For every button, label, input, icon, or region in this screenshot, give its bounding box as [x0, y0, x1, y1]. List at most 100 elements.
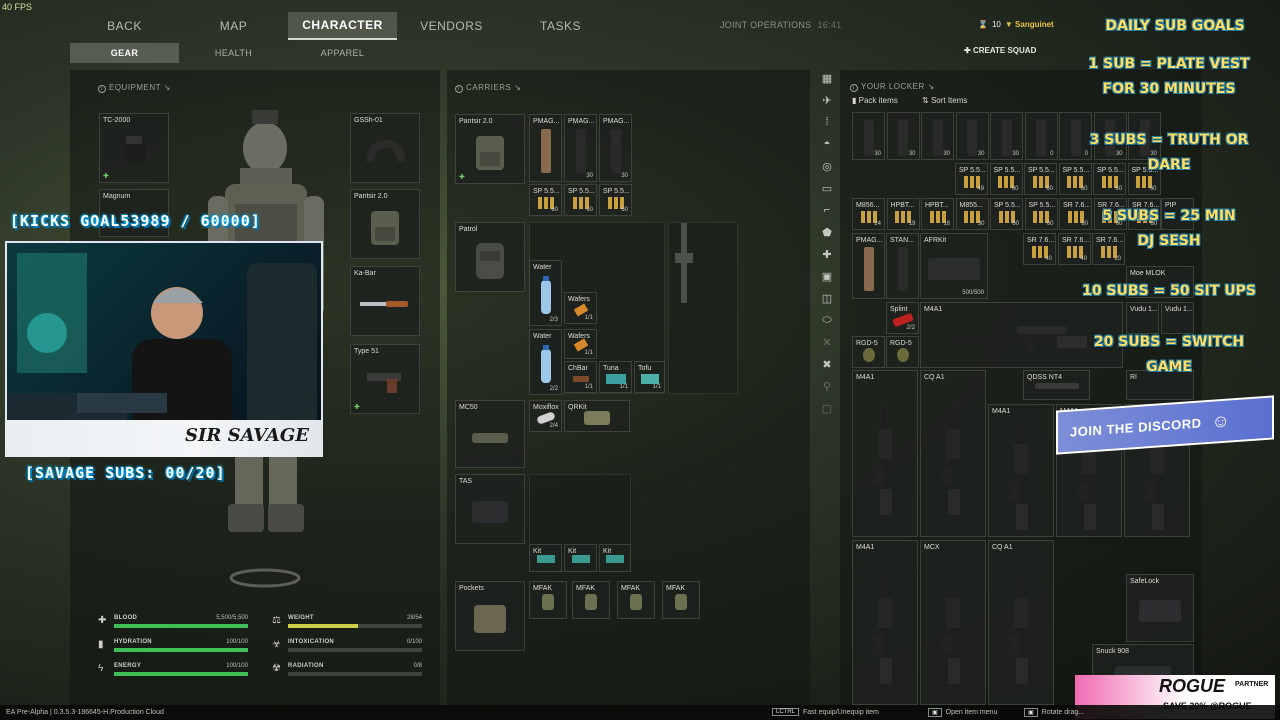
locker-ammo[interactable]: SP 5.5... 49: [955, 163, 988, 195]
locker-magazine[interactable]: 30: [990, 112, 1023, 160]
pocket-item[interactable]: MFAK: [529, 581, 567, 619]
belt-slot[interactable]: MC50: [455, 400, 525, 468]
locker-ammo[interactable]: M855... 30: [955, 198, 989, 230]
wrench-filter-icon[interactable]: ✖: [818, 358, 836, 374]
locker-ammo[interactable]: HPBT... 19: [886, 198, 920, 230]
locker-item[interactable]: RGD-5: [886, 336, 919, 368]
locker-ammo[interactable]: SP 5.5... 60: [1024, 198, 1058, 230]
tab-tasks[interactable]: TASKS: [506, 12, 615, 40]
pistol-slot[interactable]: Type 51 ✚: [350, 344, 420, 414]
locker-ammo[interactable]: M856... 24: [852, 198, 885, 230]
tab-map[interactable]: MAP: [179, 12, 288, 40]
rig-item[interactable]: SP 5.5... 60: [564, 184, 597, 216]
locker-weapon[interactable]: M4A1: [852, 370, 918, 537]
item-label: Tuna: [603, 365, 619, 372]
misc-filter-icon[interactable]: ▢: [818, 402, 836, 418]
locker-weapon[interactable]: M4A1: [852, 540, 918, 705]
vest-slot[interactable]: Pantsir 2.0: [350, 189, 420, 259]
ammo-filter-icon[interactable]: ⁞: [818, 116, 836, 132]
weapon-holster-slot[interactable]: [668, 222, 738, 394]
case-item[interactable]: Kit: [599, 544, 631, 572]
case-slot[interactable]: TAS: [455, 474, 525, 544]
vest-filter-icon[interactable]: ▣: [818, 270, 836, 286]
tools-filter-icon[interactable]: ✕: [818, 336, 836, 352]
pocket-item[interactable]: MFAK: [572, 581, 610, 619]
key-filter-icon[interactable]: ⚲: [818, 380, 836, 396]
locker-item[interactable]: SafeLock: [1126, 574, 1194, 642]
player-badge[interactable]: ⌛ 10 ▼ Sanguinet: [978, 20, 1054, 29]
pocket-item[interactable]: MFAK: [617, 581, 655, 619]
wrench-icon: ✚: [459, 174, 465, 181]
locker-item[interactable]: AFRKit 500/500: [920, 233, 988, 299]
magazine-filter-icon[interactable]: ▭: [818, 182, 836, 198]
first-aid-kit-icon: [629, 592, 643, 612]
backpack-item[interactable]: Wafers 1/1: [564, 329, 597, 359]
helmet-filter-icon[interactable]: ◓: [818, 138, 836, 154]
locker-magazine[interactable]: 30: [921, 112, 954, 160]
helmet-slot[interactable]: GSSh-01: [350, 113, 420, 183]
rig-item[interactable]: SP 5.5... 60: [599, 184, 632, 216]
gun-filter-icon[interactable]: ⌐: [818, 204, 836, 220]
backpack-item[interactable]: ChBar 1/1: [564, 361, 597, 393]
backpack-item[interactable]: Tuna 1/1: [599, 361, 632, 393]
rig-item[interactable]: PMAG... 30: [564, 114, 597, 182]
tab-health[interactable]: HEALTH: [179, 43, 288, 63]
item-count: 2/2: [549, 386, 558, 392]
belt-item[interactable]: Moxiflox 2/4: [529, 400, 562, 432]
locker-item[interactable]: RGD-5: [852, 336, 885, 368]
knife-slot[interactable]: Ka-Bar: [350, 266, 420, 336]
locker-weapon[interactable]: M4A1: [988, 404, 1054, 537]
locker-item[interactable]: SR 7.6... 40: [1023, 233, 1056, 265]
tab-apparel[interactable]: APPAREL: [288, 43, 397, 63]
rig-item[interactable]: PMAG...: [529, 114, 562, 182]
locker-item[interactable]: STAN...: [886, 233, 919, 299]
backpack-item[interactable]: Water 2/3: [529, 260, 562, 326]
locker-weapon[interactable]: CQ A1: [988, 540, 1054, 705]
pockets-slot[interactable]: Pockets: [455, 581, 525, 651]
item-count: 60: [1046, 186, 1053, 192]
headset-slot[interactable]: TC-2000 ✚: [99, 113, 169, 183]
item-count: 60: [1046, 221, 1054, 227]
grid-icon[interactable]: ▦: [818, 72, 836, 88]
backpack-filter-icon[interactable]: ◫: [818, 292, 836, 308]
locker-ammo[interactable]: SP 5.5... 60: [989, 163, 1023, 195]
locker-ammo[interactable]: HPBT... 18: [921, 198, 954, 230]
knife-icon: [360, 299, 410, 309]
item-label: Water: [533, 264, 552, 271]
medical-filter-icon[interactable]: ✚: [818, 248, 836, 264]
pill-filter-icon[interactable]: ⬭: [818, 314, 836, 330]
armor-filter-icon[interactable]: ⬟: [818, 226, 836, 242]
backpack-item[interactable]: Tofu 1/1: [634, 361, 665, 393]
backpack-item[interactable]: Water 2/2: [529, 329, 562, 395]
rig-item[interactable]: SP 5.5... 60: [529, 184, 562, 216]
locker-item[interactable]: PMAG...: [852, 233, 885, 299]
locker-magazine[interactable]: 30: [852, 112, 885, 160]
case-item[interactable]: Kit: [564, 544, 597, 572]
locker-magazine[interactable]: 30: [955, 112, 989, 160]
tab-character[interactable]: CHARACTER: [288, 12, 397, 40]
target-filter-icon[interactable]: ◎: [818, 160, 836, 176]
rig-slot[interactable]: Pantsir 2.0 ✚: [455, 114, 525, 184]
rig-item[interactable]: PMAG... 30: [599, 114, 632, 182]
pocket-item[interactable]: MFAK: [662, 581, 700, 619]
tab-vendors[interactable]: VENDORS: [397, 12, 506, 40]
belt-item[interactable]: QRKit: [564, 400, 630, 432]
locker-weapon[interactable]: CQ A1: [920, 370, 986, 537]
weapon-filter-icon[interactable]: ✈: [818, 94, 836, 110]
backpack-slot[interactable]: Patrol: [455, 222, 525, 292]
create-squad-button[interactable]: ✚ CREATE SQUAD: [964, 46, 1036, 55]
case-item[interactable]: Kit: [529, 544, 562, 572]
equipment-title-text: EQUIPMENT ↘: [109, 83, 171, 92]
sort-items-button[interactable]: ⇅ Sort Items: [922, 96, 967, 105]
tab-gear[interactable]: GEAR: [70, 43, 179, 63]
locker-ammo[interactable]: SP 5.5... 60: [1024, 163, 1057, 195]
locker-weapon[interactable]: MCX: [920, 540, 986, 705]
tab-back[interactable]: BACK: [70, 12, 179, 40]
locker-magazine[interactable]: 0: [1024, 112, 1058, 160]
pack-items-button[interactable]: ▮ Pack items: [852, 96, 898, 105]
locker-ammo[interactable]: SP 5.5... 60: [990, 198, 1023, 230]
backpack-item[interactable]: Wafers 1/1: [564, 292, 597, 324]
locker-item[interactable]: Splint 2/2: [886, 302, 919, 334]
locker-magazine[interactable]: 30: [886, 112, 920, 160]
info-icon: i: [98, 85, 106, 93]
